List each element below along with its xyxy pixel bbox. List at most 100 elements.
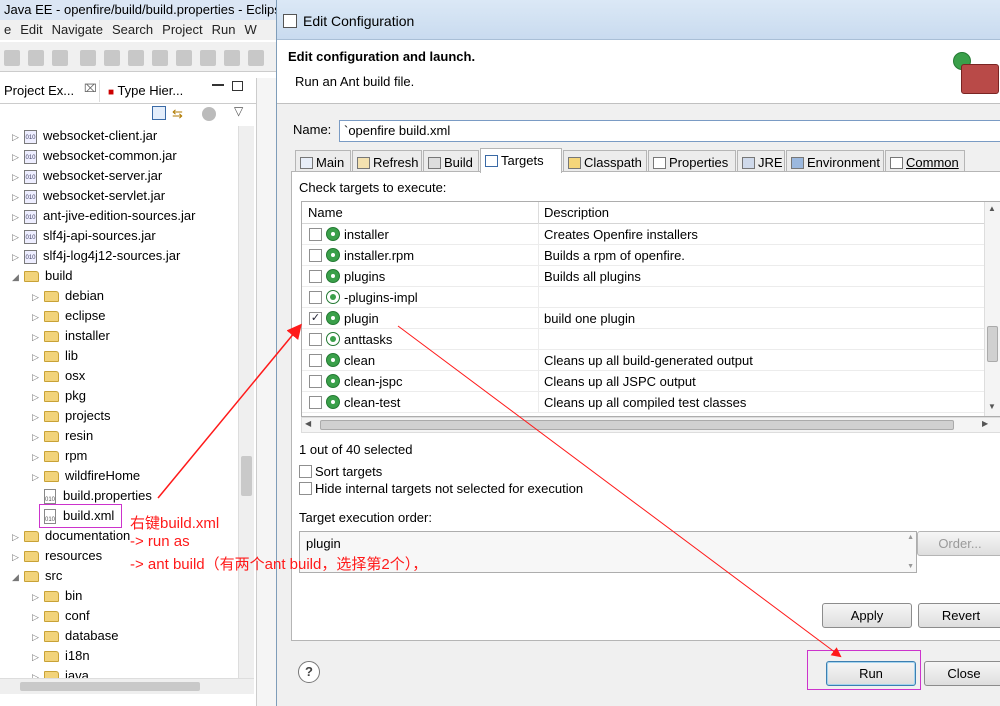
tab-common[interactable]: Common [885, 150, 965, 172]
expand-right-icon[interactable]: ▷ [32, 287, 44, 307]
tree-item[interactable]: ▷ database [32, 626, 119, 646]
expand-right-icon[interactable]: ▷ [32, 587, 44, 607]
menu-item[interactable]: W [240, 20, 261, 37]
expand-right-icon[interactable]: ▷ [32, 627, 44, 647]
column-description-header[interactable]: Description [544, 205, 609, 220]
menu-item[interactable]: Run [208, 20, 241, 37]
scroll-down-icon[interactable]: ▼ [907, 563, 914, 570]
name-input[interactable]: `openfire build.xml [339, 120, 1000, 142]
menu-item[interactable]: Navigate [48, 20, 108, 37]
target-row[interactable]: clean Cleans up all build-generated outpu… [302, 350, 986, 371]
scrollbar-thumb[interactable] [20, 682, 200, 691]
tree-item[interactable]: ▷ installer [32, 326, 110, 346]
scroll-up-icon[interactable]: ▲ [988, 204, 996, 213]
step-return-icon[interactable] [224, 50, 240, 66]
target-checkbox[interactable] [309, 291, 322, 304]
step-into-icon[interactable] [200, 50, 216, 66]
tree-item[interactable]: ▷ 010 ant-jive-edition-sources.jar [12, 206, 195, 226]
expand-right-icon[interactable]: ▷ [32, 667, 44, 678]
target-checkbox[interactable] [309, 396, 322, 409]
target-checkbox[interactable] [309, 333, 322, 346]
order-button[interactable]: Order... [917, 531, 1000, 556]
tab-environment[interactable]: Environment [786, 150, 884, 172]
tab-main[interactable]: Main [295, 150, 351, 172]
apply-button[interactable]: Apply [822, 603, 912, 628]
target-row[interactable]: clean-test Cleans up all compiled test cl… [302, 392, 986, 413]
tree-scrollbar-horizontal[interactable] [0, 678, 254, 694]
expand-down-icon[interactable]: ◢ [12, 267, 24, 287]
column-name-header[interactable]: Name [308, 205, 343, 220]
toolbar-icon[interactable] [248, 50, 264, 66]
expand-right-icon[interactable]: ▷ [12, 167, 24, 187]
tree-item[interactable]: ▷ projects [32, 406, 111, 426]
tree-item[interactable]: 010 build.properties [32, 486, 152, 506]
tree-item[interactable]: ▷ resources [12, 546, 102, 566]
expand-right-icon[interactable]: ▷ [32, 447, 44, 467]
tree-item[interactable]: ▷ 010 slf4j-log4j12-sources.jar [12, 246, 180, 266]
tree-item[interactable]: ▷ osx [32, 366, 85, 386]
expand-right-icon[interactable]: ▷ [32, 327, 44, 347]
expand-right-icon[interactable]: ▷ [12, 527, 24, 547]
tree-item[interactable]: ▷ lib [32, 346, 78, 366]
tree-item[interactable]: ▷ wildfireHome [32, 466, 140, 486]
expand-right-icon[interactable]: ▷ [12, 547, 24, 567]
help-icon[interactable]: ? [298, 661, 320, 683]
tree-item[interactable]: ▷ 010 websocket-common.jar [12, 146, 177, 166]
expand-down-icon[interactable]: ◢ [12, 567, 24, 587]
hide-internal-checkbox[interactable]: Hide internal targets not selected for e… [299, 481, 583, 496]
scroll-down-icon[interactable]: ▼ [988, 402, 996, 411]
tree-item[interactable]: ▷ conf [32, 606, 90, 626]
tree-item[interactable]: ▷ documentation [12, 526, 130, 546]
view-menu-icon[interactable]: ▽ [234, 104, 243, 118]
tab-refresh[interactable]: Refresh [352, 150, 422, 172]
toolbar-icon[interactable] [80, 50, 96, 66]
tree-item[interactable]: ▷ bin [32, 586, 82, 606]
tree-item[interactable]: ▷ eclipse [32, 306, 105, 326]
menu-item[interactable]: Search [108, 20, 158, 37]
tree-item[interactable]: ◢ src [12, 566, 62, 586]
expand-right-icon[interactable]: ▷ [32, 427, 44, 447]
expand-right-icon[interactable]: ▷ [12, 207, 24, 227]
scroll-right-icon[interactable]: ▶ [982, 419, 988, 428]
tree-item[interactable]: ▷ java [32, 666, 89, 678]
tree-item[interactable]: ▷ debian [32, 286, 104, 306]
target-row[interactable]: ✓ plugin build one plugin [302, 308, 986, 329]
tree-item[interactable]: ▷ rpm [32, 446, 87, 466]
target-row[interactable]: -plugins-impl [302, 287, 986, 308]
collapse-all-icon[interactable] [152, 106, 166, 120]
target-checkbox[interactable]: ✓ [309, 312, 322, 325]
scrollbar-thumb[interactable] [320, 420, 954, 430]
link-editor-icon[interactable]: ⇆ [172, 106, 183, 122]
maximize-icon[interactable] [232, 81, 243, 91]
tab-project-explorer[interactable]: Project Ex... ⌧ [0, 80, 100, 102]
tree-item[interactable]: ▷ 010 slf4j-api-sources.jar [12, 226, 156, 246]
tree-item[interactable]: ◢ build [12, 266, 72, 286]
tab-properties[interactable]: Properties [648, 150, 736, 172]
expand-right-icon[interactable]: ▷ [12, 187, 24, 207]
expand-right-icon[interactable]: ▷ [32, 607, 44, 627]
tab-build[interactable]: Build [423, 150, 479, 172]
tree-item[interactable]: ▷ i18n [32, 646, 90, 666]
sort-targets-checkbox[interactable]: Sort targets [299, 464, 382, 479]
target-row[interactable]: installer.rpm Builds a rpm of openfire. [302, 245, 986, 266]
scroll-up-icon[interactable]: ▲ [907, 534, 914, 541]
scrollbar-thumb[interactable] [987, 326, 998, 362]
expand-right-icon[interactable]: ▷ [32, 647, 44, 667]
checkbox[interactable] [299, 465, 312, 478]
close-icon[interactable]: ⌧ [84, 82, 97, 95]
tree-item[interactable]: ▷ pkg [32, 386, 86, 406]
target-checkbox[interactable] [309, 249, 322, 262]
stop-icon[interactable] [152, 50, 168, 66]
table-scrollbar-horizontal[interactable]: ◀ ▶ [301, 417, 1000, 433]
target-row[interactable]: plugins Builds all plugins [302, 266, 986, 287]
expand-right-icon[interactable]: ▷ [32, 467, 44, 487]
expand-right-icon[interactable]: ▷ [12, 127, 24, 147]
tab-type-hierarchy[interactable]: ■ Type Hier... [104, 80, 210, 102]
tree-item[interactable]: ▷ 010 websocket-client.jar [12, 126, 157, 146]
pause-icon[interactable] [128, 50, 144, 66]
minimize-icon[interactable] [212, 84, 224, 86]
tree-scrollbar-vertical[interactable] [238, 126, 254, 678]
scroll-left-icon[interactable]: ◀ [305, 419, 311, 428]
target-row[interactable]: installer Creates Openfire installers [302, 224, 986, 245]
target-row[interactable]: anttasks [302, 329, 986, 350]
